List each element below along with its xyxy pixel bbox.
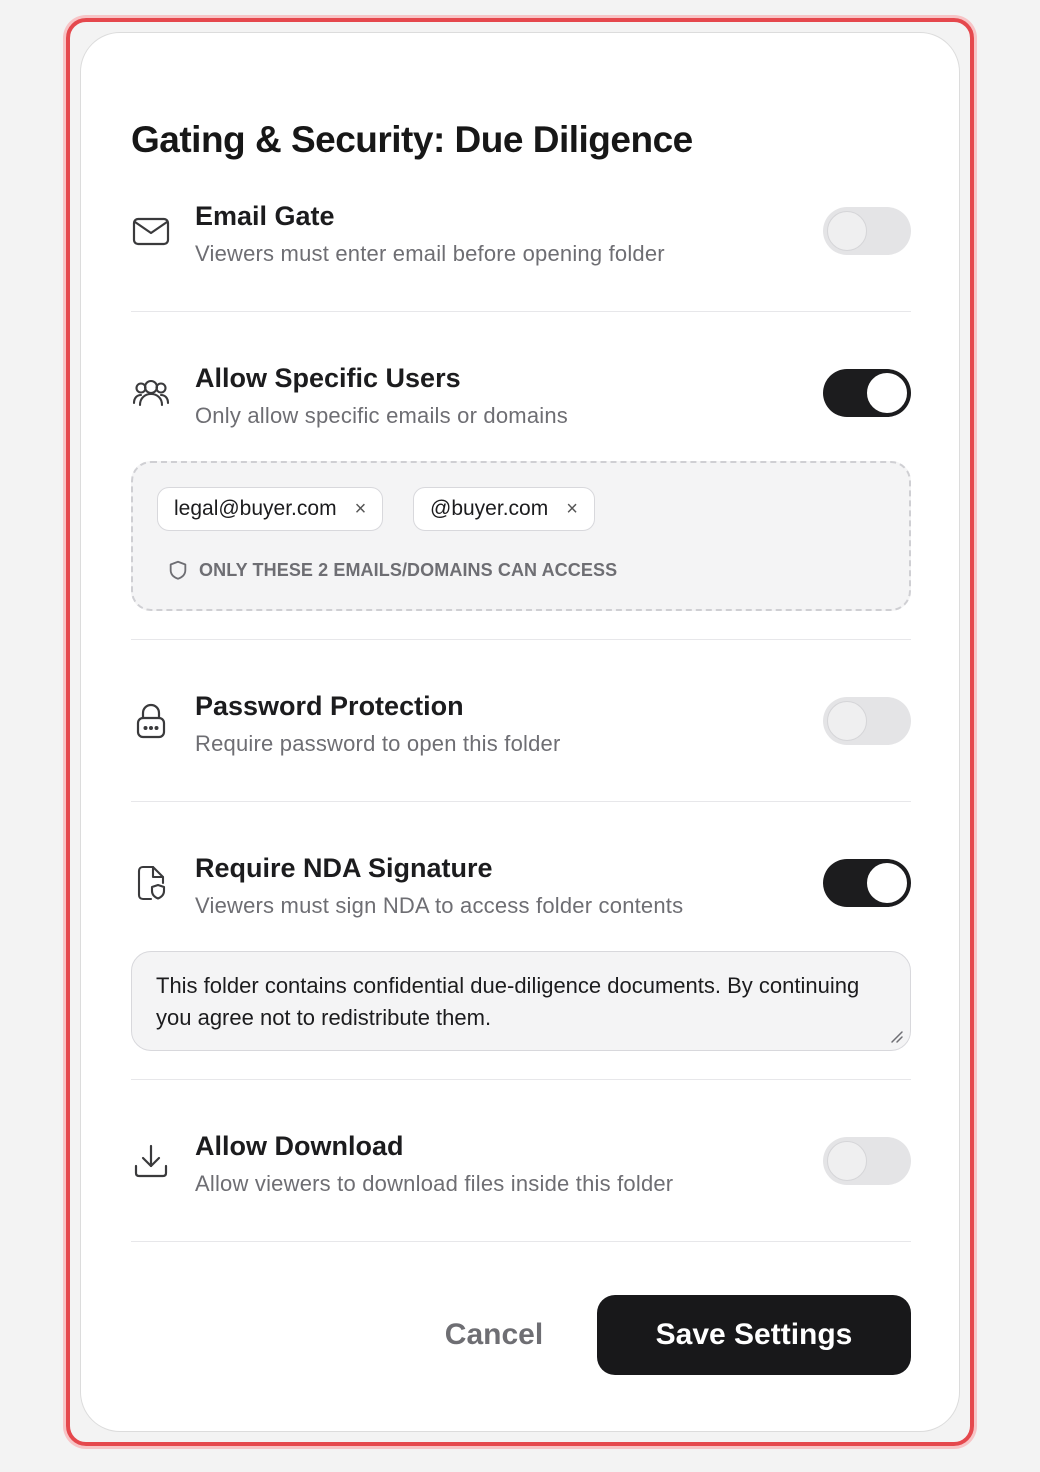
- download-icon: [131, 1141, 171, 1181]
- nda-text: This folder contains confidential due-di…: [156, 973, 860, 1030]
- toggle-knob: [827, 1141, 867, 1181]
- remove-tag-button[interactable]: ×: [355, 498, 367, 521]
- toggle-knob: [827, 211, 867, 251]
- allow-specific-users-description: Only allow specific emails or domains: [195, 403, 568, 428]
- setting-allow-download: Allow Download Allow viewers to download…: [131, 1131, 911, 1211]
- toggle-knob: [867, 863, 907, 903]
- gating-security-modal: Gating & Security: Due Diligence Email G…: [80, 32, 960, 1432]
- mail-icon: [131, 211, 171, 251]
- setting-email-gate: Email Gate Viewers must enter email befo…: [131, 201, 911, 281]
- email-tag-text: legal@buyer.com: [174, 497, 337, 520]
- allowed-users-box[interactable]: legal@buyer.com × @buyer.com × ONLY THES…: [131, 461, 911, 611]
- email-gate-label: Email Gate: [195, 201, 335, 231]
- toggle-knob: [827, 701, 867, 741]
- email-gate-description: Viewers must enter email before opening …: [195, 241, 665, 266]
- divider: [131, 311, 911, 312]
- require-nda-toggle[interactable]: [823, 859, 911, 907]
- cancel-button[interactable]: Cancel: [439, 1295, 549, 1375]
- users-icon: [131, 373, 171, 413]
- allow-specific-users-label: Allow Specific Users: [195, 363, 461, 393]
- allow-specific-users-toggle[interactable]: [823, 369, 911, 417]
- resize-handle-icon[interactable]: [890, 1030, 904, 1044]
- divider: [131, 1241, 911, 1242]
- allow-download-toggle[interactable]: [823, 1137, 911, 1185]
- require-nda-description: Viewers must sign NDA to access folder c…: [195, 893, 684, 918]
- divider: [131, 1079, 911, 1080]
- password-protection-description: Require password to open this folder: [195, 731, 561, 756]
- email-gate-toggle[interactable]: [823, 207, 911, 255]
- require-nda-label: Require NDA Signature: [195, 853, 493, 883]
- access-note: ONLY THESE 2 EMAILS/DOMAINS CAN ACCESS: [167, 559, 617, 581]
- save-settings-button[interactable]: Save Settings: [597, 1295, 911, 1375]
- setting-allow-specific-users: Allow Specific Users Only allow specific…: [131, 363, 911, 443]
- setting-password-protection: Password Protection Require password to …: [131, 691, 911, 771]
- allow-download-description: Allow viewers to download files inside t…: [195, 1171, 674, 1196]
- allow-download-label: Allow Download: [195, 1131, 404, 1161]
- divider: [131, 639, 911, 640]
- divider: [131, 801, 911, 802]
- access-note-text: ONLY THESE 2 EMAILS/DOMAINS CAN ACCESS: [199, 559, 618, 580]
- shield-icon: [169, 560, 187, 580]
- domain-tag-text: @buyer.com: [430, 497, 549, 520]
- toggle-knob: [867, 373, 907, 413]
- nda-text-area[interactable]: This folder contains confidential due-di…: [131, 951, 911, 1051]
- password-protection-label: Password Protection: [195, 691, 464, 721]
- document-shield-icon: [131, 863, 171, 903]
- email-tag: legal@buyer.com ×: [157, 487, 384, 531]
- setting-require-nda: Require NDA Signature Viewers must sign …: [131, 853, 911, 933]
- password-protection-toggle[interactable]: [823, 697, 911, 745]
- domain-tag: @buyer.com ×: [413, 487, 595, 531]
- remove-tag-button[interactable]: ×: [566, 498, 578, 521]
- modal-title: Gating & Security: Due Diligence: [131, 119, 693, 160]
- lock-icon: [131, 701, 171, 741]
